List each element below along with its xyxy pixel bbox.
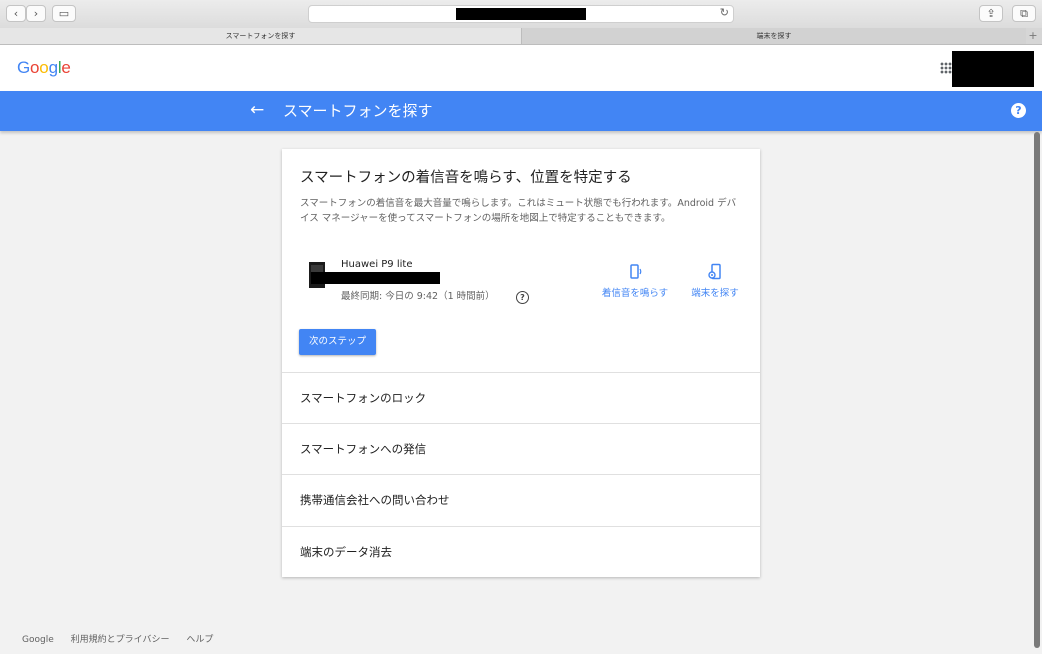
footer-link-help[interactable]: ヘルプ [186,635,213,645]
google-header: Google [0,45,1042,91]
menu-item-contact-carrier[interactable]: 携帯通信会社への問い合わせ [282,474,760,525]
device-name: Huawei P9 lite [341,259,413,270]
redacted-url [456,8,586,20]
last-sync-text: 最終同期: 今日の 9:42（1 時間前） [341,291,495,302]
reload-icon[interactable]: ↻ [720,6,729,19]
apps-grid-icon[interactable] [940,62,952,74]
page-header-bar: ← スマートフォンを探す ? [0,91,1042,131]
browser-toolbar: ‹ › ▭ ↻ ⇪ ⧉ [0,0,1042,29]
card-title: スマートフォンの着信音を鳴らす、位置を特定する [300,170,632,186]
menu-item-label: スマートフォンへの発信 [300,442,427,456]
help-icon[interactable]: ? [1011,103,1026,118]
share-icon: ⇪ [986,7,996,20]
phone-locate-icon [708,263,721,280]
menu-item-label: 端末のデータ消去 [300,545,392,559]
tab-find-smartphone[interactable]: スマートフォンを探す [0,28,521,44]
phone-ring-icon [630,264,642,279]
menu-item-lock-phone[interactable]: スマートフォンのロック [282,372,760,423]
menu-item-label: スマートフォンのロック [300,391,427,405]
address-bar[interactable]: ↻ [308,5,734,23]
footer: Google 利用規約とプライバシー ヘルプ [22,632,227,645]
tabs-icon: ⧉ [1020,7,1028,20]
next-step-button[interactable]: 次のステップ [299,329,376,355]
footer-link-terms-privacy[interactable]: 利用規約とプライバシー [71,635,170,645]
google-logo[interactable]: Google [17,58,71,78]
tab-strip: スマートフォンを探す 端末を探す + [0,28,1042,45]
forward-button[interactable]: › [26,5,46,22]
tabs-overview-button[interactable]: ⧉ [1012,5,1036,22]
menu-item-call-phone[interactable]: スマートフォンへの発信 [282,423,760,474]
scrollbar[interactable] [1034,132,1040,648]
ring-phone-label: 着信音を鳴らす [601,288,669,299]
share-button[interactable]: ⇪ [979,5,1003,22]
sidebar-icon: ▭ [58,7,70,20]
arrow-left-icon[interactable]: ← [250,100,264,120]
question-icon[interactable]: ? [516,291,529,304]
footer-link-google[interactable]: Google [22,635,54,645]
find-device-button[interactable]: 端末を探す [685,263,745,299]
back-button[interactable]: ‹ [6,5,26,22]
menu-item-label: 携帯通信会社への問い合わせ [300,493,450,507]
ring-phone-button[interactable]: 着信音を鳴らす [595,263,675,299]
new-tab-button[interactable]: + [1026,28,1040,44]
card-description: スマートフォンの着信音を最大音量で鳴らします。これはミュート状態でも行われます。… [300,198,737,224]
menu-item-erase-device[interactable]: 端末のデータ消去 [282,526,760,577]
main-card: スマートフォンの着信音を鳴らす、位置を特定する スマートフォンの着信音を最大音量… [282,149,760,577]
sidebar-toggle-button[interactable]: ▭ [52,5,76,22]
find-device-label: 端末を探す [691,288,739,299]
page-title: スマートフォンを探す [283,102,433,120]
redacted-device-info [311,272,440,284]
redacted-account[interactable] [952,51,1034,87]
tab-find-device[interactable]: 端末を探す [521,28,1026,44]
